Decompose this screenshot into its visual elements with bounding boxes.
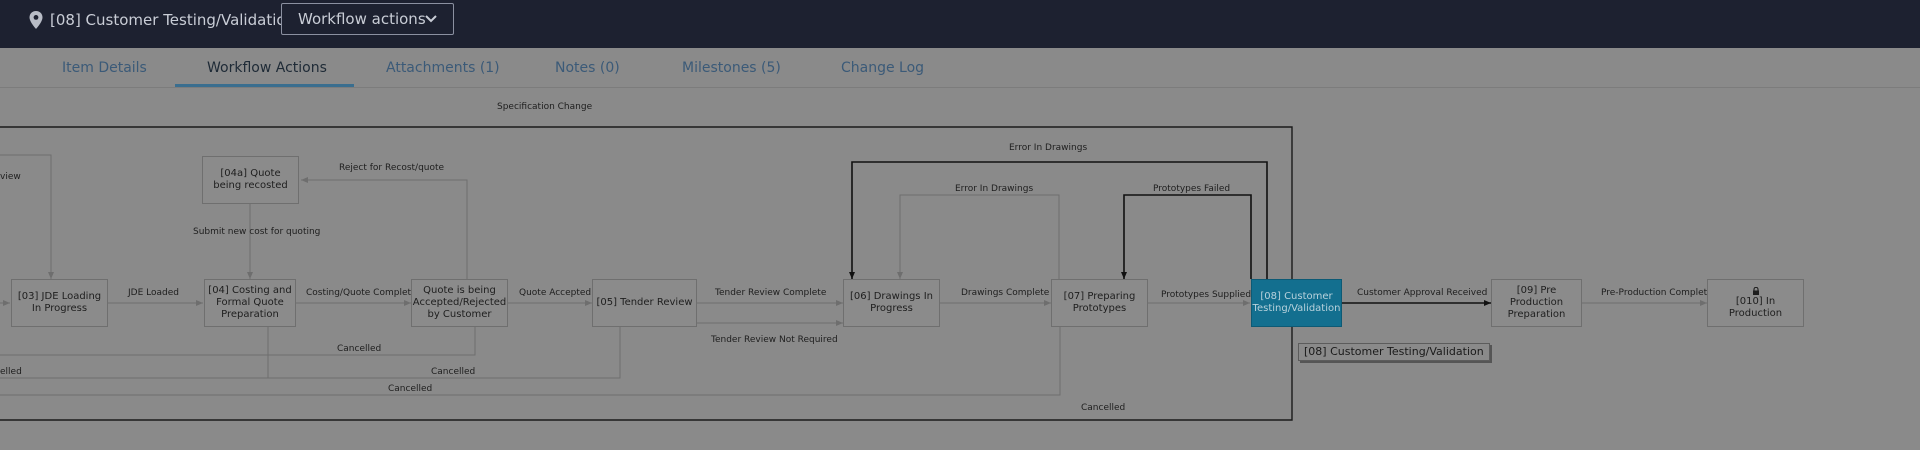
tab-bar: Item Details Workflow Actions Attachment… bbox=[0, 48, 1920, 88]
label-cancelled-4: Cancelled bbox=[1081, 403, 1126, 413]
workflow-node-03-jde-loading[interactable]: [03] JDE Loading In Progress bbox=[11, 279, 108, 327]
label-review-cut: view bbox=[0, 172, 21, 182]
label-error-drawings-outer: Error In Drawings bbox=[1009, 143, 1088, 153]
label-customer-approval: Customer Approval Received bbox=[1357, 288, 1488, 298]
lock-icon bbox=[1752, 286, 1759, 295]
spec-change-frame bbox=[0, 126, 1293, 421]
label-preproduction-complete: Pre-Production Complete bbox=[1601, 288, 1713, 298]
workflow-node-08-current[interactable]: [08] Customer Testing/Validation bbox=[1251, 279, 1342, 327]
workflow-node-09-pre-production[interactable]: [09] Pre Production Preparation bbox=[1491, 279, 1582, 327]
edge-reject-recost bbox=[301, 177, 468, 279]
label-drawings-complete: Drawings Complete bbox=[961, 288, 1050, 298]
node-tooltip: [08] Customer Testing/Validation bbox=[1298, 343, 1490, 361]
label-costing-complete: Costing/Quote Complete bbox=[306, 288, 417, 298]
edge-error-drawings-inner bbox=[897, 194, 1060, 279]
tab-item-details[interactable]: Item Details bbox=[62, 59, 147, 77]
label-jde-loaded: JDE Loaded bbox=[128, 288, 179, 298]
tab-notes[interactable]: Notes (0) bbox=[555, 59, 620, 77]
workflow-node-quote-accepted-rejected[interactable]: Quote is being Accepted/Rejected by Cust… bbox=[411, 279, 508, 327]
workflow-actions-label: Workflow actions bbox=[298, 10, 426, 28]
label-specification-change: Specification Change bbox=[497, 102, 593, 112]
edge-cancelled-3 bbox=[0, 327, 621, 379]
workflow-node-05-tender-review[interactable]: [05] Tender Review bbox=[592, 279, 697, 327]
label-prototypes-failed: Prototypes Failed bbox=[1153, 184, 1231, 194]
workflow-node-04-costing[interactable]: [04] Costing and Formal Quote Preparatio… bbox=[204, 279, 296, 327]
tab-workflow-actions[interactable]: Workflow Actions bbox=[207, 59, 327, 77]
edge-prototypes-failed bbox=[1121, 194, 1252, 279]
workflow-actions-button[interactable]: Workflow actions bbox=[281, 3, 454, 35]
edge-cancelled-1 bbox=[0, 327, 476, 356]
tab-attachments[interactable]: Attachments (1) bbox=[386, 59, 500, 77]
workflow-node-04a-quote-recosted[interactable]: [04a] Quote being recosted bbox=[202, 156, 299, 204]
label-error-drawings-inner: Error In Drawings bbox=[955, 184, 1034, 194]
label-quote-accepted: Quote Accepted bbox=[519, 288, 592, 298]
label-prototypes-supplied: Prototypes Supplied bbox=[1161, 290, 1252, 300]
workflow-node-06-drawings[interactable]: [06] Drawings In Progress bbox=[843, 279, 940, 327]
workflow-diagram bbox=[0, 126, 1707, 421]
label-cancelled-1: Cancelled bbox=[337, 344, 382, 354]
item-title: [08] Customer Testing/Validation bbox=[50, 11, 296, 29]
tab-milestones[interactable]: Milestones (5) bbox=[682, 59, 781, 77]
label-cancelled-cut: elled bbox=[0, 367, 22, 377]
map-pin-icon bbox=[29, 11, 43, 29]
label-cancelled-3: Cancelled bbox=[388, 384, 433, 394]
tab-change-log[interactable]: Change Log bbox=[841, 59, 924, 77]
label-submit-new-cost: Submit new cost for quoting bbox=[193, 227, 321, 237]
edge-cancelled-2 bbox=[0, 327, 269, 379]
top-bar: [08] Customer Testing/Validation Workflo… bbox=[0, 0, 1920, 48]
edge-cancelled-4 bbox=[0, 327, 1061, 396]
workflow-node-07-prototypes[interactable]: [07] Preparing Prototypes bbox=[1051, 279, 1148, 327]
label-tender-review-not-required: Tender Review Not Required bbox=[711, 335, 838, 345]
label-cancelled-2: Cancelled bbox=[431, 367, 476, 377]
label-tender-review-complete: Tender Review Complete bbox=[715, 288, 827, 298]
chevron-down-icon bbox=[425, 15, 437, 23]
active-tab-indicator bbox=[175, 84, 354, 87]
label-reject-recost: Reject for Recost/quote bbox=[339, 163, 445, 173]
workflow-node-010-in-production[interactable]: [010] In Production bbox=[1707, 279, 1804, 327]
